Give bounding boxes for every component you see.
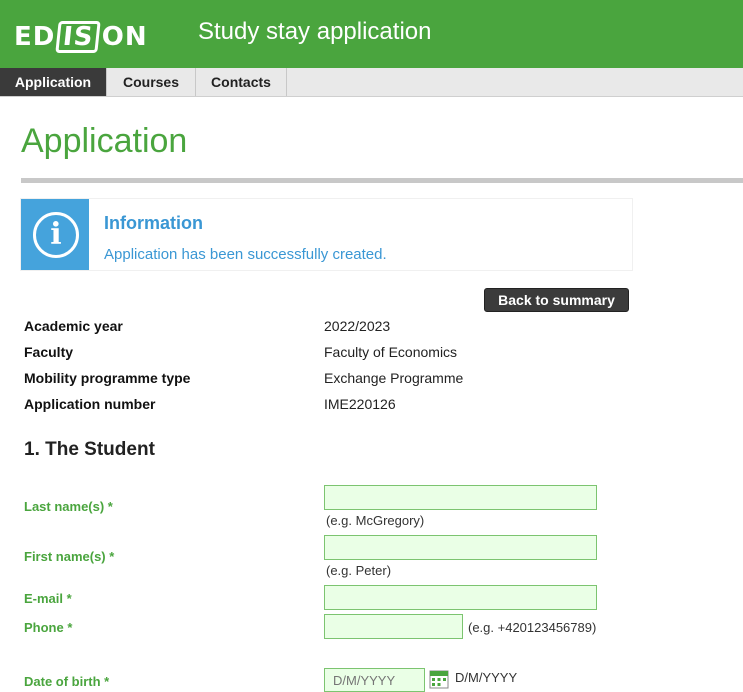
phone-hint: (e.g. +420123456789): [468, 620, 597, 635]
section-title-student: 1. The Student: [24, 439, 155, 460]
page-title: Application: [21, 122, 188, 160]
info-message: Application has been successfully create…: [104, 246, 387, 263]
info-icon-panel: i: [21, 199, 89, 270]
email-input[interactable]: [324, 585, 597, 610]
tab-bar: Application Courses Contacts: [0, 68, 743, 97]
email-label: E-mail *: [24, 591, 72, 606]
faculty-label: Faculty: [24, 344, 74, 360]
phone-label: Phone *: [24, 620, 73, 635]
mobility-type-label: Mobility programme type: [24, 370, 191, 386]
date-format-hint: D/M/YYYY: [455, 670, 518, 685]
phone-input[interactable]: [324, 614, 463, 639]
back-to-summary-button[interactable]: Back to summary: [484, 288, 629, 312]
first-name-input[interactable]: [324, 535, 597, 560]
first-name-hint: (e.g. Peter): [326, 563, 392, 578]
tab-application[interactable]: Application: [0, 68, 107, 96]
info-message-box: i Information Application has been succe…: [21, 199, 632, 270]
date-of-birth-input[interactable]: [324, 668, 425, 692]
application-number-value: IME220126: [324, 396, 396, 412]
app-header: ED IS ON Study stay application: [0, 0, 743, 68]
edison-logo[interactable]: ED IS ON: [14, 20, 148, 54]
first-name-label: First name(s) *: [24, 549, 115, 564]
tab-contacts[interactable]: Contacts: [196, 68, 287, 96]
academic-year-value: 2022/2023: [324, 318, 391, 334]
last-name-hint: (e.g. McGregory): [326, 513, 425, 528]
logo-part-1: ED: [14, 22, 56, 52]
info-heading: Information: [104, 213, 203, 233]
logo-part-2: IS: [55, 21, 102, 53]
application-number-label: Application number: [24, 396, 156, 412]
title-divider: [21, 178, 743, 183]
last-name-label: Last name(s) *: [24, 499, 113, 514]
date-of-birth-label: Date of birth *: [24, 674, 110, 689]
tab-courses[interactable]: Courses: [107, 68, 196, 96]
academic-year-label: Academic year: [24, 318, 123, 334]
mobility-type-value: Exchange Programme: [324, 370, 464, 386]
logo-part-3: ON: [101, 22, 148, 52]
app-title: Study stay application: [198, 18, 432, 45]
last-name-input[interactable]: [324, 485, 597, 510]
faculty-value: Faculty of Economics: [324, 344, 458, 360]
calendar-icon[interactable]: [429, 669, 449, 689]
info-icon: i: [33, 212, 79, 258]
